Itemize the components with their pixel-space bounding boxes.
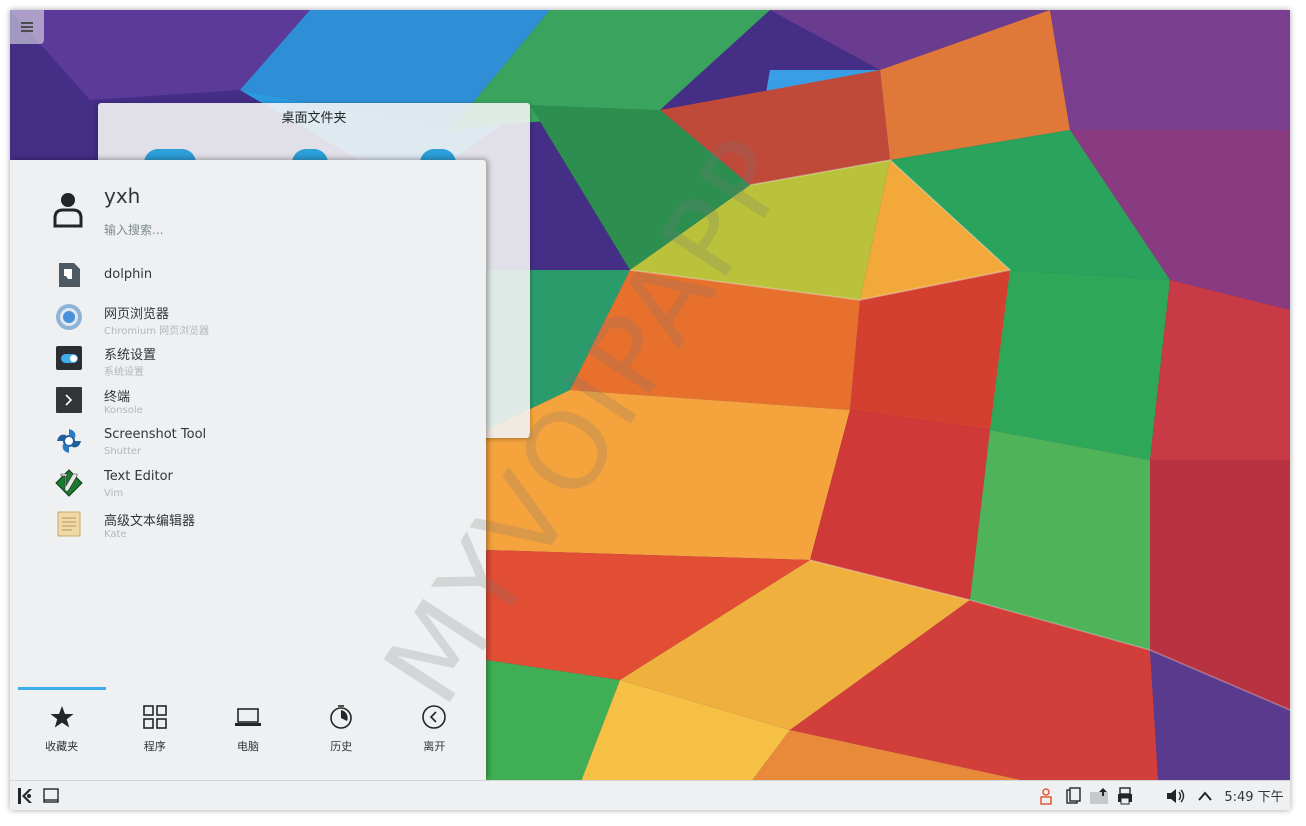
favorite-subtitle: 系统设置 (104, 367, 144, 378)
launcher-tab-bar: 收藏夹 程序 电脑 历史 离开 (15, 700, 481, 770)
kde-launcher-icon[interactable] (13, 781, 37, 810)
show-desktop-icon[interactable] (40, 781, 62, 810)
favorite-item-kate[interactable]: 高级文本编辑器 Kate (10, 506, 486, 548)
favorites-list: dolphin 网页浏览器 Chromium 网页浏览器 系统设置 系统设置 终… (10, 257, 486, 548)
shutter-icon (57, 429, 81, 453)
user-avatar-icon[interactable] (50, 188, 86, 228)
favorite-subtitle: Shutter (104, 446, 142, 457)
favorite-name: Text Editor (104, 468, 173, 484)
favorite-name: Screenshot Tool (104, 427, 207, 442)
tab-label: 电脑 (237, 740, 259, 753)
application-launcher: yxh dolphin 网页浏览器 Chromium 网页浏览器 (10, 160, 486, 780)
system-settings-icon (56, 346, 82, 370)
favorite-item-text-editor[interactable]: Text Editor Vim (10, 465, 486, 507)
star-icon (50, 706, 74, 728)
favorite-item-dolphin[interactable]: dolphin (10, 257, 486, 299)
history-icon (330, 705, 353, 729)
tab-label: 离开 (423, 740, 446, 753)
volume-icon[interactable] (1163, 781, 1189, 810)
digital-clock[interactable]: 5:49 下午 (1222, 781, 1286, 810)
favorite-name: 高级文本编辑器 (104, 514, 196, 529)
favorite-item-browser[interactable]: 网页浏览器 Chromium 网页浏览器 (10, 299, 486, 341)
tab-label: 程序 (143, 740, 166, 753)
favorite-item-system-settings[interactable]: 系统设置 系统设置 (10, 340, 486, 382)
tab-history[interactable]: 历史 (295, 700, 388, 770)
favorite-name: dolphin (104, 267, 153, 282)
clipboard-icon[interactable] (1062, 781, 1084, 810)
taskbar-panel: 5:49 下午 (10, 780, 1290, 810)
favorite-subtitle: Kate (104, 529, 127, 540)
search-input[interactable] (104, 220, 444, 240)
favorite-name: 终端 (104, 389, 131, 405)
input-method-icon[interactable] (1088, 781, 1110, 810)
kate-icon (57, 511, 81, 537)
tab-label: 历史 (330, 740, 353, 753)
favorite-subtitle: Vim (104, 487, 124, 499)
chromium-icon (56, 303, 82, 330)
terminal-icon (56, 386, 82, 413)
vim-icon (55, 468, 83, 497)
file-manager-icon (59, 263, 80, 287)
desktop: 桌面文件夹 yxh dolphin (10, 10, 1290, 810)
tab-label: 收藏夹 (45, 740, 79, 753)
user-status-icon[interactable] (1036, 781, 1056, 810)
tab-applications[interactable]: 程序 (108, 700, 201, 770)
favorite-subtitle: Chromium 网页浏览器 (104, 325, 210, 337)
favorite-name: 网页浏览器 (104, 306, 170, 322)
favorite-item-terminal[interactable]: 终端 Konsole (10, 382, 486, 424)
grid-icon (142, 705, 167, 729)
user-name: yxh (104, 184, 141, 208)
tab-computer[interactable]: 电脑 (201, 700, 294, 770)
clock-text: 5:49 下午 (1224, 790, 1284, 805)
laptop-icon (235, 708, 261, 726)
favorite-subtitle: Konsole (104, 404, 143, 416)
favorite-item-screenshot-tool[interactable]: Screenshot Tool Shutter (10, 423, 486, 465)
folder-widget-title: 桌面文件夹 (281, 111, 347, 126)
printer-icon[interactable] (1114, 781, 1136, 810)
desktop-toolbox-button[interactable] (10, 10, 44, 44)
favorite-name: 系统设置 (104, 348, 157, 363)
leave-icon (422, 705, 447, 729)
chevron-up-icon[interactable] (1194, 781, 1216, 810)
hamburger-icon (21, 20, 33, 34)
tab-leave[interactable]: 离开 (388, 700, 481, 770)
tab-favorites[interactable]: 收藏夹 (15, 700, 108, 770)
active-tab-indicator (18, 687, 106, 690)
